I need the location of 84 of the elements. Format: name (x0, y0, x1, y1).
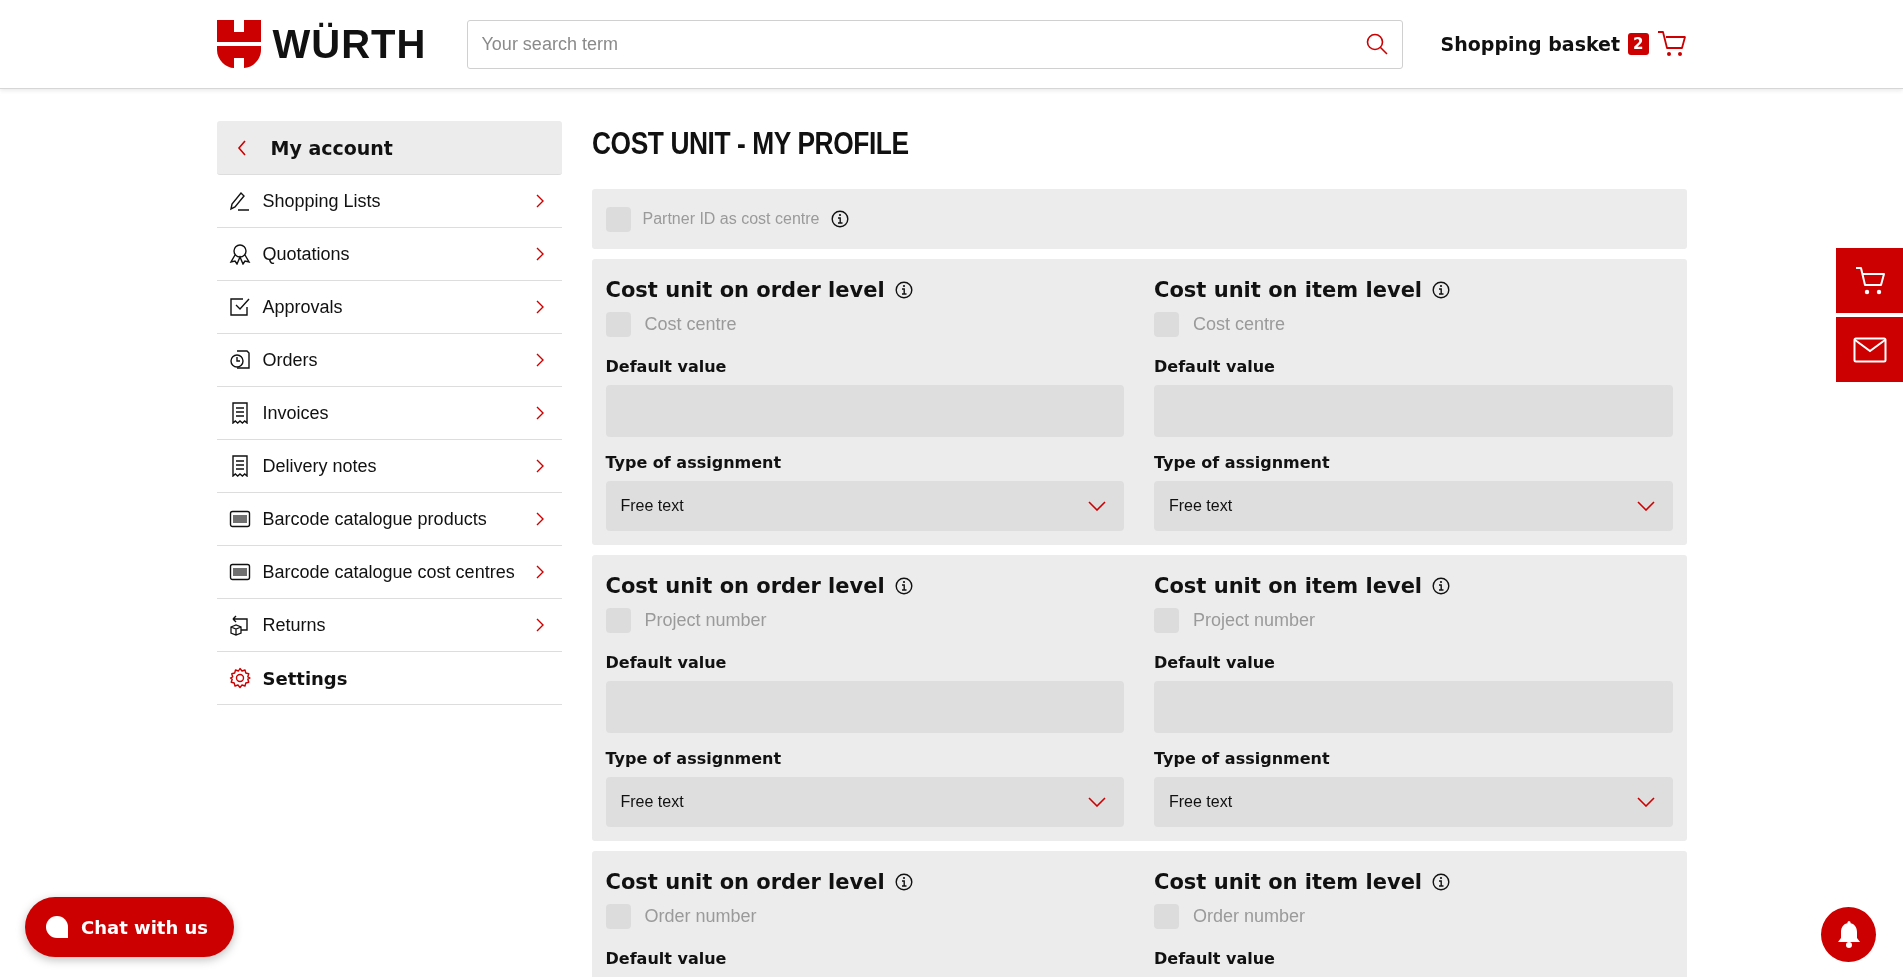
cart-icon[interactable] (1656, 30, 1687, 58)
chevron-right-icon (535, 247, 544, 261)
info-icon[interactable] (1432, 873, 1451, 891)
sidebar-item[interactable]: Settings (216, 652, 562, 705)
search-field[interactable]: Your search term (466, 19, 1403, 69)
sidebar-item[interactable]: Orders (216, 334, 562, 387)
sidebar-item[interactable]: Barcode catalogue products (216, 493, 562, 546)
caret-icon (1636, 501, 1655, 511)
cart-icon (1853, 265, 1886, 296)
back-menu-item[interactable]: My account (216, 121, 562, 175)
info-icon[interactable] (1432, 577, 1451, 595)
checkbox-label: Project number (644, 609, 767, 631)
checkbox-label: Order number (1193, 905, 1306, 927)
chevron-right-icon (535, 459, 544, 473)
dropdown[interactable]: Free text (605, 777, 1124, 827)
chevron-left-icon (236, 139, 247, 156)
mail-button[interactable] (1836, 317, 1903, 382)
chevron-right-icon (535, 194, 544, 208)
field-label: Default value (1154, 357, 1276, 376)
info-icon[interactable] (894, 577, 913, 595)
field-label: Type of assignment (605, 749, 783, 768)
field-label: Type of assignment (1154, 453, 1331, 472)
chevron-right-icon (535, 406, 544, 420)
field-label: Type of assignment (1154, 749, 1331, 768)
checkbox-label: Cost centre (1193, 313, 1286, 335)
menu-heading: My account (270, 136, 393, 159)
logo-wordmark[interactable]: WÜRTH (272, 24, 427, 64)
chevron-right-icon (535, 618, 544, 632)
checkbox-label: Order number (644, 905, 757, 927)
field-label: Default value (605, 653, 728, 672)
dropdown[interactable]: Free text (1154, 777, 1673, 827)
sidebar-item[interactable]: Shopping Lists (216, 175, 562, 228)
info-icon[interactable] (894, 281, 913, 299)
dropdown[interactable]: Free text (1154, 481, 1673, 531)
barcode-icon (228, 508, 251, 530)
caret-icon (1636, 797, 1655, 807)
search-icon[interactable] (1364, 31, 1389, 56)
clock-document-icon (228, 349, 251, 371)
barcode-icon (228, 561, 251, 583)
notification-button[interactable] (1821, 907, 1876, 962)
info-icon[interactable] (894, 873, 913, 891)
section-heading: Cost unit on item level (1154, 870, 1423, 894)
section-heading: Cost unit on order level (605, 574, 885, 598)
box-arrow-icon (228, 614, 251, 636)
checkbox-label: Project number (1193, 609, 1316, 631)
section-heading: Cost unit on order level (605, 870, 885, 894)
rosette-icon (228, 243, 251, 265)
sidebar-item[interactable]: Returns (216, 599, 562, 652)
field-label: Default value (1154, 949, 1276, 968)
field-label: Default value (1154, 653, 1276, 672)
chevron-right-icon (535, 353, 544, 367)
sidebar-item[interactable]: Delivery notes (216, 440, 562, 493)
caret-icon (1088, 797, 1106, 807)
basket-count: 2 (1628, 33, 1649, 55)
logo-icon[interactable] (216, 20, 261, 68)
info-icon[interactable] (831, 210, 850, 228)
chevron-right-icon (535, 300, 544, 314)
basket-link[interactable]: Shopping basket (1440, 33, 1621, 55)
pencil-icon (228, 190, 251, 212)
chevron-right-icon (535, 512, 544, 526)
dropdown[interactable]: Free text (605, 481, 1124, 531)
caret-icon (1088, 501, 1106, 511)
sidebar-item[interactable]: Barcode catalogue cost centres (216, 546, 562, 599)
bell-icon (1835, 920, 1862, 949)
field-label: Type of assignment (605, 453, 783, 472)
section-heading: Cost unit on item level (1154, 574, 1423, 598)
sidebar-item[interactable]: Quotations (216, 228, 562, 281)
speech-bubble-icon (45, 915, 69, 939)
checkbox-label: Partner ID as cost centre (642, 210, 820, 228)
chevron-right-icon (535, 565, 544, 579)
page-title: COST UNIT - MY PROFILE (591, 125, 910, 163)
info-icon[interactable] (1432, 281, 1451, 299)
checkbox-label: Cost centre (644, 313, 737, 335)
field-label: Default value (605, 949, 728, 968)
chat-button[interactable]: Chat with us (25, 897, 235, 957)
gear-icon (228, 667, 251, 689)
sidebar-item[interactable]: Approvals (216, 281, 562, 334)
cart-button[interactable] (1836, 248, 1903, 313)
section-heading: Cost unit on order level (605, 278, 885, 302)
checkbox-icon (228, 296, 251, 318)
sidebar-item[interactable]: Invoices (216, 387, 562, 440)
envelope-icon (1852, 336, 1887, 363)
section-heading: Cost unit on item level (1154, 278, 1423, 302)
field-label: Default value (605, 357, 728, 376)
